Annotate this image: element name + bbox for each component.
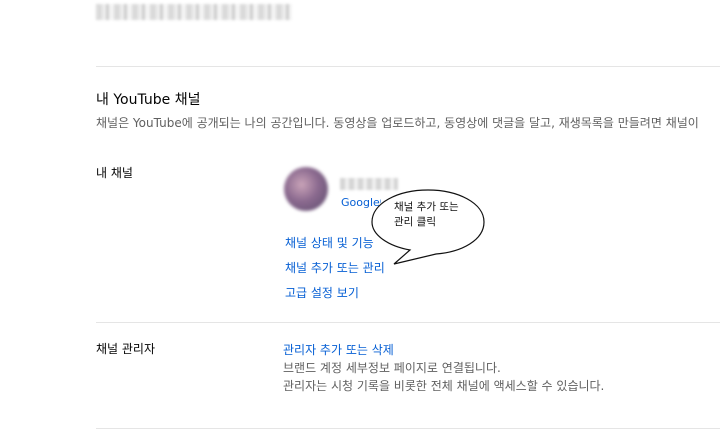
account-email-redacted: [96, 4, 292, 20]
managers-description-2: 관리자는 시청 기록을 비롯한 전체 채널에 액세스할 수 있습니다.: [283, 379, 605, 393]
channel-managers-label: 채널 관리자: [96, 342, 156, 356]
advanced-settings-link[interactable]: 고급 설정 보기: [285, 284, 359, 301]
middle-divider: [96, 322, 720, 323]
top-divider: [96, 66, 720, 67]
bottom-divider: [96, 428, 720, 429]
add-or-remove-managers-link[interactable]: 관리자 추가 또는 삭제: [283, 341, 394, 358]
channel-status-features-link[interactable]: 채널 상태 및 기능: [285, 234, 374, 251]
managers-description-1: 브랜드 계정 세부정보 페이지로 연결됩니다.: [283, 361, 501, 375]
section-description: 채널은 YouTube에 공개되는 나의 공간입니다. 동영상을 업로드하고, …: [96, 116, 699, 130]
section-title: 내 YouTube 채널: [96, 92, 201, 108]
callout-line-2: 관리 클릭: [394, 216, 436, 228]
callout-line-1: 채널 추가 또는: [394, 201, 459, 213]
callout-text: 채널 추가 또는 관리 클릭: [394, 200, 484, 230]
my-channel-label: 내 채널: [96, 166, 133, 180]
channel-avatar[interactable]: [284, 167, 328, 211]
